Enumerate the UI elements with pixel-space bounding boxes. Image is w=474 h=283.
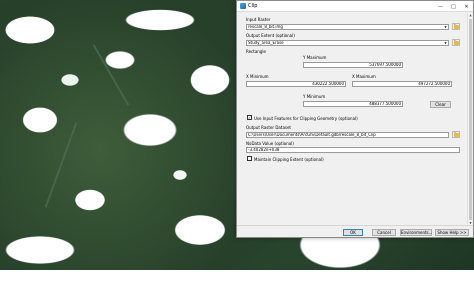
close-icon: ✕	[464, 3, 469, 10]
x-minimum-label: X Minimum	[246, 74, 269, 79]
chevron-down-icon[interactable]: ▼	[443, 41, 448, 45]
river-feature	[92, 44, 130, 106]
minimize-button[interactable]: —	[434, 1, 447, 12]
input-raster-value: rescale_8_bit.img	[248, 24, 283, 29]
clear-button[interactable]: Clear	[430, 101, 451, 108]
y-minimum-input[interactable]: 488377.500000	[303, 101, 403, 107]
close-button[interactable]: ✕	[460, 1, 473, 12]
y-minimum-label: Y Minimum	[303, 94, 326, 99]
use-input-features-label: Use Input Features for Clipping Geometry…	[254, 116, 358, 121]
output-extent-label: Output Extent (optional)	[246, 33, 295, 38]
x-maximum-input[interactable]: 497272.500000	[352, 81, 452, 87]
browse-input-raster-button[interactable]	[452, 23, 460, 30]
show-help-button[interactable]: Show Help >>	[435, 229, 469, 236]
output-extent-dropdown[interactable]: Study_area_Erase ▼	[246, 40, 449, 46]
chevron-down-icon[interactable]: ▼	[443, 25, 448, 29]
dialog-footer: OK Cancel Environments... Show Help >>	[237, 225, 473, 237]
environments-button[interactable]: Environments...	[400, 229, 432, 236]
clip-tool-icon	[240, 3, 246, 9]
maintain-extent-checkbox[interactable]	[247, 156, 252, 161]
scrollbar-thumb[interactable]	[469, 19, 472, 220]
y-maximum-input[interactable]: 537697.500000	[303, 62, 403, 68]
maintain-extent-label: Maintain Clipping Extent (optional)	[254, 157, 324, 162]
folder-icon	[453, 131, 459, 137]
rectangle-label: Rectangle	[246, 49, 266, 54]
folder-icon	[453, 23, 459, 29]
maximize-button[interactable]: □	[447, 1, 460, 12]
window-title: Clip	[248, 3, 258, 9]
input-raster-dropdown[interactable]: rescale_8_bit.img ▼	[246, 24, 449, 30]
maximize-icon: □	[451, 3, 456, 10]
dialog-body: Input Raster rescale_8_bit.img ▼ Output …	[237, 12, 473, 227]
output-raster-label: Output Raster Dataset	[246, 125, 292, 130]
river-feature	[44, 122, 78, 208]
x-minimum-input[interactable]: 430222.500000	[246, 81, 346, 87]
title-bar[interactable]: Clip — □ ✕	[237, 1, 473, 12]
browse-output-raster-button[interactable]	[452, 131, 460, 138]
minimize-icon: —	[438, 3, 443, 10]
folder-icon	[453, 39, 459, 45]
scroll-up-icon[interactable]: ▲	[468, 13, 473, 18]
use-input-features-checkbox[interactable]: ✓	[247, 115, 252, 120]
nodata-label: NoData Value (optional)	[246, 141, 294, 146]
browse-output-extent-button[interactable]	[452, 39, 460, 46]
y-maximum-label: Y Maximum	[303, 55, 327, 60]
output-raster-input[interactable]: C:\Users\User\Documents\ArcGIS\Default.g…	[246, 132, 449, 138]
nodata-input[interactable]: -3.40282e+038	[246, 147, 460, 153]
vertical-scrollbar[interactable]: ▲ ▼	[467, 13, 472, 226]
input-raster-label: Input Raster	[246, 17, 271, 22]
cancel-button[interactable]: Cancel	[372, 229, 396, 236]
x-maximum-label: X Maximum	[352, 74, 376, 79]
output-extent-value: Study_area_Erase	[248, 40, 284, 45]
checkmark-icon: ✓	[248, 115, 252, 120]
ok-button[interactable]: OK	[343, 229, 363, 236]
clip-dialog: Clip — □ ✕ Input Raster rescale_8_bit.im…	[236, 0, 474, 238]
